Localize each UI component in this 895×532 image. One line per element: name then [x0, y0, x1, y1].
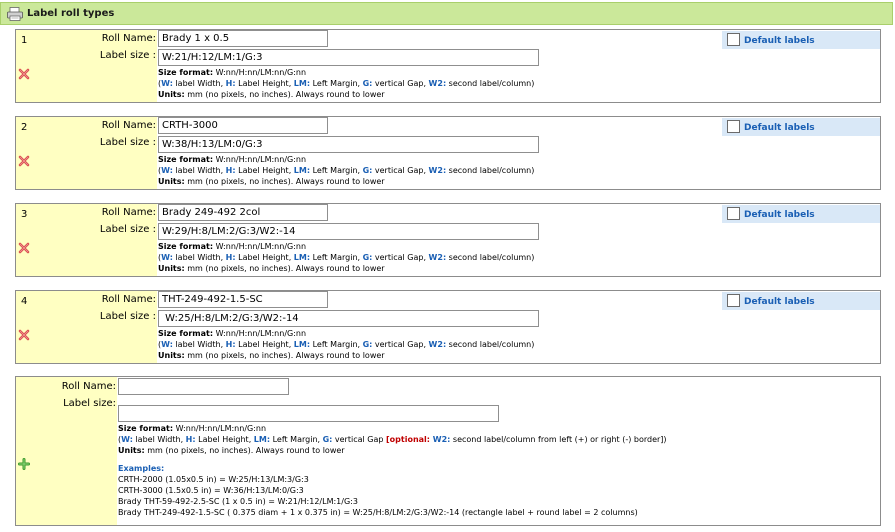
default-labels-checkbox[interactable] — [727, 294, 740, 307]
label-size-label: Label size : — [99, 224, 156, 235]
default-labels-toggle[interactable]: Default labels — [722, 205, 880, 223]
delete-x-icon[interactable] — [18, 242, 30, 254]
default-labels-label: Default labels — [744, 36, 815, 46]
default-labels-checkbox[interactable] — [727, 33, 740, 46]
default-labels-checkbox[interactable] — [727, 207, 740, 220]
section-title: Label roll types — [27, 8, 115, 19]
roll-number: 2 — [21, 122, 28, 133]
size-format-help: Size format: W:nn/H:nn/LM:nn/G:nn (W: la… — [158, 155, 535, 186]
size-format-help: Size format: W:nn/H:nn/LM:nn/G:nn (W: la… — [158, 68, 535, 99]
roll-name-label: Roll Name: — [101, 207, 156, 218]
default-labels-label: Default labels — [744, 210, 815, 220]
size-format-help: Size format: W:nn/H:nn/LM:nn/G:nn (W: la… — [158, 329, 535, 360]
label-size-label: Label size: — [63, 398, 116, 409]
roll-name-label: Roll Name: — [101, 294, 156, 305]
size-format-help: Size format: W:nn/H:nn/LM:nn/G:nn (W: la… — [118, 424, 667, 517]
default-labels-toggle[interactable]: Default labels — [722, 31, 880, 49]
roll-name-label: Roll Name: — [101, 33, 156, 44]
roll-name-label: Roll Name: — [61, 381, 116, 392]
label-size-label: Label size : — [99, 137, 156, 148]
roll-name-label: Roll Name: — [101, 120, 156, 131]
new-label-size-input[interactable] — [118, 405, 499, 422]
roll-card: 4 Roll Name: Label size : Size format: W… — [15, 290, 881, 364]
roll-number: 1 — [21, 35, 28, 46]
roll-number: 3 — [21, 209, 28, 220]
delete-x-icon[interactable] — [18, 68, 30, 80]
example-line: CRTH-2000 (1.05x0.5 in) = W:25/H:13/LM:3… — [118, 475, 309, 484]
new-roll-name-input[interactable] — [118, 378, 289, 395]
example-line: Brady THT-249-492-1.5-SC ( 0.375 diam + … — [118, 508, 638, 517]
label-size-input[interactable] — [158, 223, 539, 240]
default-labels-toggle[interactable]: Default labels — [722, 118, 880, 136]
example-line: Brady THT-59-492-2.5-SC (1 x 0.5 in) = W… — [118, 497, 358, 506]
delete-x-icon[interactable] — [18, 329, 30, 341]
default-labels-checkbox[interactable] — [727, 120, 740, 133]
roll-number: 4 — [21, 296, 28, 307]
roll-name-input[interactable] — [158, 117, 328, 134]
roll-card: 3 Roll Name: Label size : Size format: W… — [15, 203, 881, 277]
size-format-help: Size format: W:nn/H:nn/LM:nn/G:nn (W: la… — [158, 242, 535, 273]
example-line: CRTH-3000 (1.5x0.5 in) = W:36/H:13/LM:0/… — [118, 486, 304, 495]
roll-name-input[interactable] — [158, 30, 328, 47]
default-labels-label: Default labels — [744, 297, 815, 307]
roll-name-input[interactable] — [158, 291, 328, 308]
label-size-input[interactable] — [158, 49, 539, 66]
printer-icon — [7, 7, 23, 21]
new-roll-card: Roll Name: Label size: Size format: W:nn… — [15, 376, 881, 526]
default-labels-toggle[interactable]: Default labels — [722, 292, 880, 310]
label-size-input[interactable] — [158, 310, 539, 327]
examples-title: Examples: — [118, 464, 165, 473]
roll-card: 2 Roll Name: Label size : Size format: W… — [15, 116, 881, 190]
label-size-label: Label size : — [99, 311, 156, 322]
roll-name-input[interactable] — [158, 204, 328, 221]
section-header: Label roll types — [0, 2, 893, 25]
default-labels-label: Default labels — [744, 123, 815, 133]
add-plus-icon[interactable] — [18, 458, 30, 470]
label-size-input[interactable] — [158, 136, 539, 153]
delete-x-icon[interactable] — [18, 155, 30, 167]
roll-card: 1 Roll Name: Label size : Size format: W… — [15, 29, 881, 103]
label-size-label: Label size : — [99, 50, 156, 61]
